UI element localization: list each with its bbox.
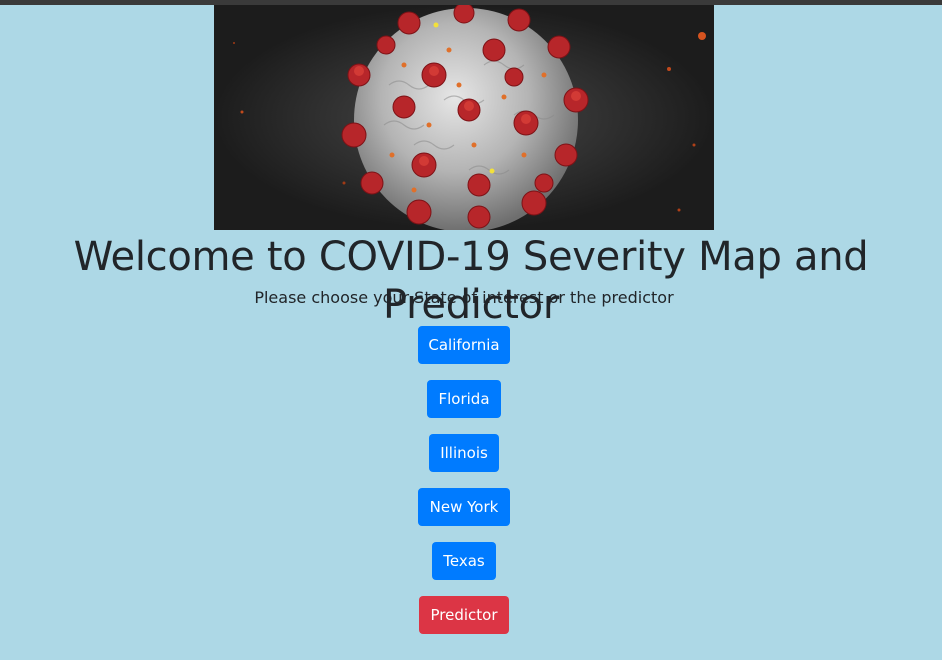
predictor-button[interactable]: Predictor (419, 596, 509, 634)
page-title: Welcome to COVID-19 Severity Map and Pre… (73, 234, 869, 328)
florida-button[interactable]: Florida (427, 380, 501, 418)
hero-image (214, 5, 714, 230)
new-york-button[interactable]: New York (418, 488, 510, 526)
page-subtitle: Please choose your State of interest or … (254, 288, 674, 307)
coronavirus-illustration (214, 5, 714, 230)
california-button[interactable]: California (418, 326, 510, 364)
illinois-button[interactable]: Illinois (429, 434, 499, 472)
texas-button[interactable]: Texas (432, 542, 496, 580)
